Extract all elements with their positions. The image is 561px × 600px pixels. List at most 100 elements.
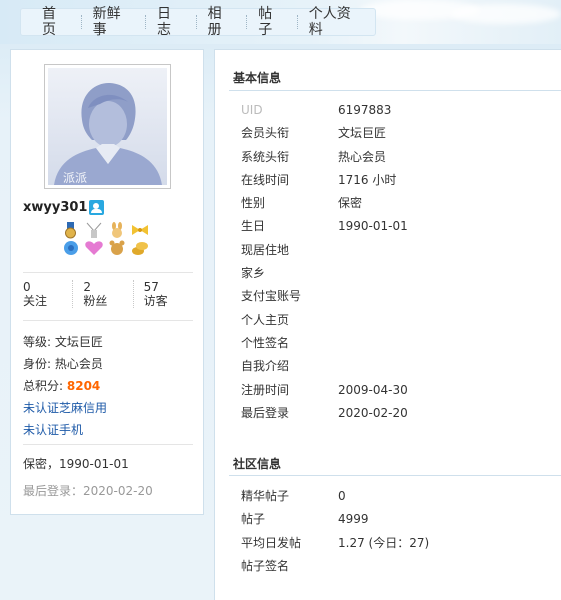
avatar[interactable]: 派派 — [44, 64, 171, 189]
info-value: 2020-02-20 — [338, 405, 408, 420]
info-key: 个性签名 — [241, 335, 290, 350]
section-title-basic: 基本信息 — [233, 71, 282, 85]
info-key: 在线时间 — [241, 172, 290, 187]
nav-blog[interactable]: 日志 — [146, 6, 196, 38]
stat-visitors[interactable]: 57 访客 — [132, 280, 193, 308]
info-key: 帖子 — [241, 512, 266, 527]
info-key: 最后登录 — [241, 405, 290, 420]
section-divider — [229, 475, 561, 476]
info-key: 现居住地 — [241, 242, 290, 257]
basic-info-list: UID 6197883 会员头衔 文坛巨匠 系统头衔 热心会员 在线时间 1716 小时… — [241, 99, 408, 425]
info-row: UID 6197883 — [241, 99, 408, 122]
stat-following[interactable]: 0 关注 — [23, 280, 72, 308]
divider — [23, 272, 193, 273]
info-key: 生日 — [241, 219, 266, 234]
stat-value: 57 — [143, 280, 159, 294]
info-row: 帖子 4999 — [241, 508, 429, 531]
phone-verify-link[interactable]: 未认证手机 — [23, 423, 83, 437]
identity-value: 热心会员 — [54, 357, 103, 371]
info-row: 系统头衔 热心会员 — [241, 146, 408, 169]
stats-row: 0 关注 2 粉丝 57 访客 — [23, 280, 193, 308]
info-value: 文坛巨匠 — [338, 126, 387, 141]
verified-user-icon[interactable] — [89, 200, 105, 215]
nav-profile[interactable]: 个人资料 — [298, 6, 375, 38]
info-value: 1716 小时 — [338, 172, 397, 187]
last-login: 最后登录：2020-02-20 — [23, 484, 153, 498]
stat-value: 0 — [23, 280, 31, 294]
info-value: 2009-04-30 — [338, 382, 408, 397]
nav-news[interactable]: 新鲜事 — [82, 6, 145, 38]
blue-medal-icon[interactable] — [61, 222, 81, 239]
info-value: 保密 — [338, 196, 363, 211]
nav-home[interactable]: 首页 — [31, 6, 81, 38]
pendant-medal-icon[interactable] — [84, 222, 104, 239]
info-value: 6197883 — [338, 103, 392, 117]
profile-details: 基本信息 UID 6197883 会员头衔 文坛巨匠 系统头衔 热心会员 在线时间 17… — [214, 49, 561, 600]
info-key: 自我介绍 — [241, 359, 290, 374]
info-value: 1990-01-01 — [338, 219, 408, 234]
info-row: 平均日发帖 1.27 (今日：27) — [241, 532, 429, 555]
info-key: 支付宝账号 — [241, 289, 302, 304]
profile-summary: 等级: 文坛巨匠 身份: 热心会员 总积分: 8204 未认证芝麻信用 未认证手… — [23, 331, 107, 441]
info-row: 生日 1990-01-01 — [241, 215, 408, 238]
info-key: 帖子签名 — [241, 558, 290, 573]
bow-medal-icon[interactable] — [130, 222, 150, 239]
nav-album[interactable]: 相册 — [197, 6, 247, 38]
info-key: 个人主页 — [241, 312, 290, 327]
info-row: 在线时间 1716 小时 — [241, 169, 408, 192]
info-row: 注册时间 2009-04-30 — [241, 379, 408, 402]
level-row: 等级: 文坛巨匠 — [23, 331, 107, 353]
avatar-watermark: 派派 — [63, 171, 88, 185]
info-key: 精华帖子 — [241, 489, 290, 503]
divider — [23, 320, 193, 321]
stat-label: 关注 — [23, 294, 48, 308]
nav-posts[interactable]: 帖子 — [247, 6, 297, 38]
info-row: 会员头衔 文坛巨匠 — [241, 122, 408, 145]
info-row: 精华帖子 0 — [241, 485, 429, 508]
info-row: 个人主页 — [241, 309, 408, 332]
divider — [23, 444, 193, 445]
info-value: 热心会员 — [338, 149, 387, 164]
info-value: 0 — [338, 489, 346, 503]
points-value: 8204 — [66, 379, 101, 393]
info-key: 平均日发帖 — [241, 535, 302, 550]
stat-label: 粉丝 — [83, 294, 108, 308]
identity-label: 身份: — [23, 357, 52, 371]
username-row: xwyy301 — [23, 200, 105, 215]
info-value: 4999 — [338, 512, 369, 527]
coins-medal-icon[interactable] — [130, 239, 150, 256]
points-row: 总积分: 8204 — [23, 375, 107, 397]
rabbit-medal-icon[interactable] — [107, 222, 127, 239]
username[interactable]: xwyy301 — [23, 200, 87, 215]
points-label: 总积分: — [23, 379, 64, 393]
level-value: 文坛巨匠 — [54, 335, 103, 349]
info-key: 家乡 — [241, 266, 266, 281]
gender-birthday: 保密，1990-01-01 — [23, 457, 129, 471]
info-row: 支付宝账号 — [241, 285, 408, 308]
info-row: 帖子签名 — [241, 555, 429, 578]
info-key: 系统头衔 — [241, 149, 290, 164]
section-title-community: 社区信息 — [233, 457, 282, 471]
heart-medal-icon[interactable] — [84, 239, 104, 256]
stat-value: 2 — [83, 280, 91, 294]
rose-medal-icon[interactable] — [61, 239, 81, 256]
zhima-credit-link[interactable]: 未认证芝麻信用 — [23, 401, 107, 415]
info-row: 最后登录 2020-02-20 — [241, 402, 408, 425]
community-info-list: 精华帖子 0 帖子 4999 平均日发帖 1.27 (今日：27) 帖子签名 — [241, 485, 429, 578]
info-key: UID — [241, 103, 263, 117]
bear-medal-icon[interactable] — [107, 239, 127, 256]
stat-label: 访客 — [143, 294, 168, 308]
info-value: 1.27 (今日：27) — [338, 535, 430, 550]
identity-row: 身份: 热心会员 — [23, 353, 107, 375]
info-row: 现居住地 — [241, 239, 408, 262]
profile-card: 派派 xwyy301 0 关注 2 粉丝 57 访客 等级: 文坛巨匠 身份: … — [10, 49, 204, 515]
medal-list — [61, 222, 157, 256]
stat-followers[interactable]: 2 粉丝 — [72, 280, 132, 308]
info-row: 家乡 — [241, 262, 408, 285]
info-key: 性别 — [241, 196, 266, 211]
info-key: 注册时间 — [241, 382, 290, 397]
top-banner: 首页 新鲜事 日志 相册 帖子 个人资料 — [0, 0, 561, 44]
default-avatar-icon — [48, 68, 167, 185]
main-nav: 首页 新鲜事 日志 相册 帖子 个人资料 — [20, 6, 376, 38]
info-row: 自我介绍 — [241, 355, 408, 378]
